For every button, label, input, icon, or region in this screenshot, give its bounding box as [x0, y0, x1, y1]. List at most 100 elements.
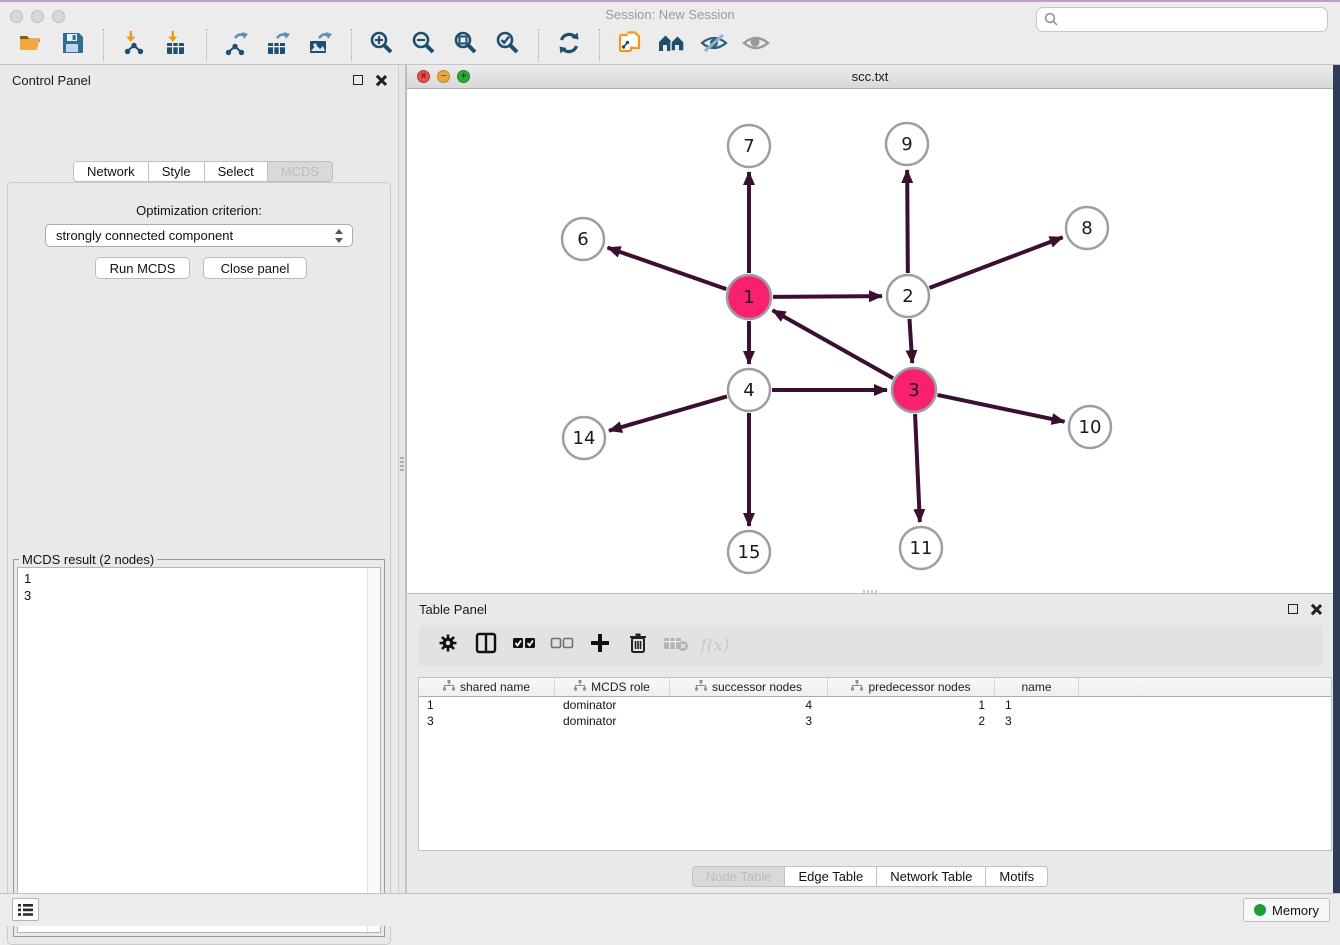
import-network-button[interactable]: [117, 30, 151, 60]
cell-shared-name[interactable]: 3: [419, 713, 555, 729]
network-zoom-button[interactable]: +: [457, 70, 470, 83]
cell-successor-nodes[interactable]: 4: [670, 697, 828, 713]
zoom-window-button[interactable]: [52, 10, 65, 23]
tab-select[interactable]: Select: [205, 161, 268, 182]
panel-splitter[interactable]: [398, 65, 406, 893]
cell-shared-name[interactable]: 1: [419, 697, 555, 713]
column-header-MCDS-role[interactable]: MCDS role: [555, 678, 670, 696]
task-history-button[interactable]: [12, 898, 39, 921]
close-window-button[interactable]: [10, 10, 23, 23]
run-mcds-button[interactable]: Run MCDS: [95, 257, 190, 279]
search-input[interactable]: [1036, 7, 1328, 32]
edge-1-2[interactable]: [773, 296, 882, 297]
column-type-icon: [851, 680, 863, 694]
cell-name[interactable]: 1: [995, 697, 1079, 713]
splitter-grip[interactable]: [400, 457, 404, 473]
cell-name[interactable]: 3: [995, 713, 1079, 729]
column-header-shared-name[interactable]: shared name: [419, 678, 555, 696]
close-table-panel-icon[interactable]: [1310, 604, 1321, 615]
save-session-button[interactable]: [56, 30, 90, 60]
control-panel: Control Panel NetworkStyleSelectMCDS Opt…: [0, 65, 398, 893]
network-close-button[interactable]: ×: [417, 70, 430, 83]
zoom-selected-button[interactable]: [491, 30, 525, 60]
column-layout-button[interactable]: [473, 633, 499, 659]
dropdown-arrows-icon: [333, 227, 345, 245]
graph-node-label-7: 7: [743, 136, 754, 157]
zoom-fit-button[interactable]: [449, 30, 483, 60]
edge-4-14[interactable]: [609, 396, 727, 430]
table-row-2[interactable]: 3dominator323: [419, 713, 1331, 729]
memory-status-icon: [1254, 904, 1266, 916]
graph-node-label-11: 11: [910, 538, 933, 559]
tab-network-table[interactable]: Network Table: [877, 866, 986, 887]
export-network-button[interactable]: [220, 30, 254, 60]
zoom-in-button[interactable]: [365, 30, 399, 60]
select-all-columns-button[interactable]: [511, 633, 537, 659]
column-header-name[interactable]: name: [995, 678, 1079, 696]
open-in-cyndex-button[interactable]: [613, 30, 647, 60]
float-table-panel-icon[interactable]: [1288, 604, 1298, 614]
import-table-button[interactable]: [159, 30, 193, 60]
edge-3-11[interactable]: [915, 414, 920, 522]
cell-predecessor-nodes[interactable]: 2: [828, 713, 995, 729]
cell-predecessor-nodes[interactable]: 1: [828, 697, 995, 713]
delete-column-button[interactable]: [625, 633, 651, 659]
close-panel-button[interactable]: Close panel: [203, 257, 307, 279]
tab-style[interactable]: Style: [149, 161, 205, 182]
tab-mcds[interactable]: MCDS: [268, 161, 333, 182]
float-panel-icon[interactable]: [353, 75, 363, 85]
edge-1-6[interactable]: [608, 248, 727, 290]
unselect-all-columns-button[interactable]: [549, 633, 575, 659]
tab-node-table[interactable]: Node Table: [692, 866, 786, 887]
delete-column-icon: [626, 631, 650, 660]
cell-MCDS-role[interactable]: dominator: [555, 713, 670, 729]
table-tabs: Node TableEdge TableNetwork TableMotifs: [407, 866, 1333, 887]
edge-2-9[interactable]: [907, 170, 908, 273]
criterion-dropdown[interactable]: strongly connected component: [45, 224, 353, 247]
minimize-window-button[interactable]: [31, 10, 44, 23]
column-header-predecessor-nodes[interactable]: predecessor nodes: [828, 678, 995, 696]
export-table-button[interactable]: [262, 30, 296, 60]
mcds-result-box: 1 3: [17, 567, 381, 933]
toolbar-separator: [103, 29, 104, 61]
column-header-successor-nodes[interactable]: successor nodes: [670, 678, 828, 696]
tab-network[interactable]: Network: [73, 161, 149, 182]
refresh-view-button[interactable]: [552, 30, 586, 60]
network-window-title: scc.txt: [852, 69, 889, 84]
network-overview-button[interactable]: [655, 30, 689, 60]
cell-successor-nodes[interactable]: 3: [670, 713, 828, 729]
search-box: [1036, 7, 1328, 32]
add-column-button[interactable]: [587, 633, 613, 659]
cell-MCDS-role[interactable]: dominator: [555, 697, 670, 713]
tab-edge-table[interactable]: Edge Table: [785, 866, 877, 887]
hide-panels-button[interactable]: [697, 30, 731, 60]
network-minimize-button[interactable]: −: [437, 70, 450, 83]
export-image-button[interactable]: [304, 30, 338, 60]
close-panel-icon[interactable]: [375, 75, 386, 86]
network-traffic-lights: × − +: [417, 70, 470, 83]
tab-motifs[interactable]: Motifs: [986, 866, 1048, 887]
show-panels-button[interactable]: [739, 30, 773, 60]
app-traffic-lights[interactable]: [10, 10, 65, 23]
result-scrollbar[interactable]: [367, 568, 380, 932]
edge-3-1[interactable]: [773, 310, 894, 378]
open-in-cyndex-icon: [617, 30, 643, 61]
network-graph-canvas[interactable]: 7968124314101511: [407, 89, 1333, 593]
table-row-1[interactable]: 1dominator411: [419, 697, 1331, 713]
table-settings-button[interactable]: [435, 633, 461, 659]
edge-3-10[interactable]: [937, 395, 1064, 422]
network-window-titlebar[interactable]: × − + scc.txt: [407, 65, 1333, 89]
table-body: 1dominator4113dominator323: [419, 697, 1331, 729]
memory-button[interactable]: Memory: [1243, 898, 1330, 922]
edge-2-8[interactable]: [930, 237, 1063, 288]
open-session-button[interactable]: [14, 30, 48, 60]
table-panel-header: Table Panel: [407, 594, 1333, 624]
save-session-icon: [60, 30, 86, 61]
zoom-out-icon: [411, 30, 437, 61]
network-window: × − + scc.txt 7968124314101511: [406, 65, 1333, 593]
edge-2-3[interactable]: [909, 319, 912, 363]
toolbar-separator: [206, 29, 207, 61]
zoom-out-button[interactable]: [407, 30, 441, 60]
mcds-panel: Optimization criterion: strongly connect…: [7, 182, 391, 945]
desktop-edge: [1333, 65, 1340, 926]
